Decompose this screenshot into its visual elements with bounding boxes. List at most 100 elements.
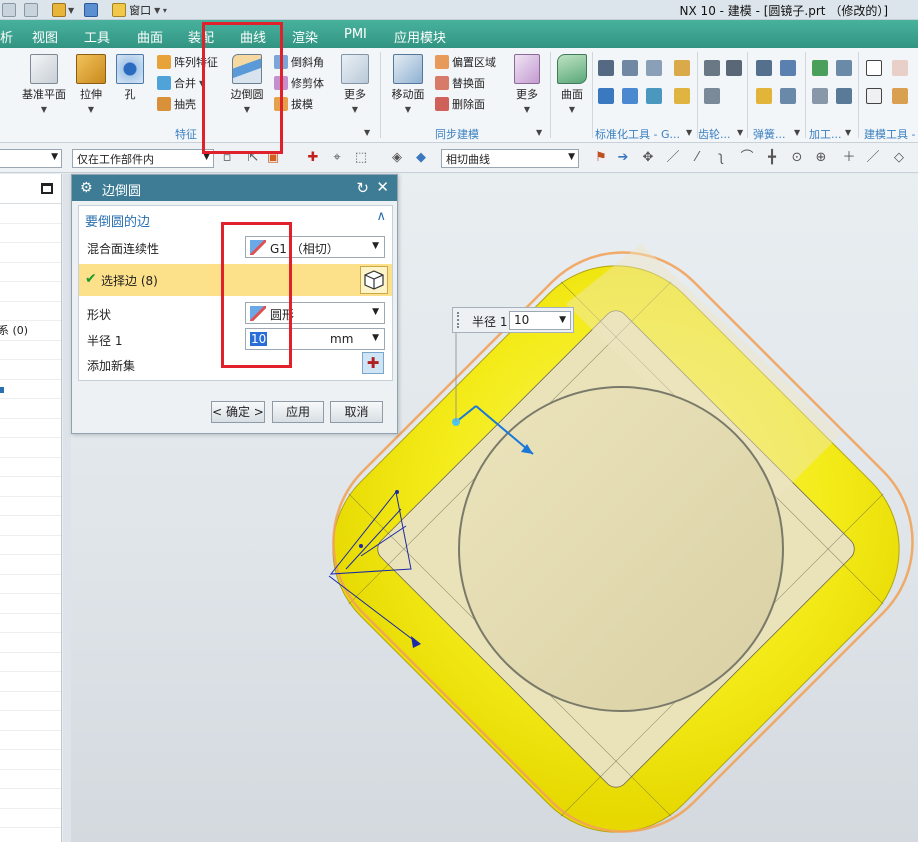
list-item[interactable]: [0, 575, 61, 594]
tool-icon[interactable]: [598, 88, 614, 104]
snap-point-icon[interactable]: ⚑: [594, 151, 608, 165]
chevron-down-icon[interactable]: ▼: [686, 128, 692, 137]
list-item[interactable]: [0, 594, 61, 614]
gear-tool-icon[interactable]: [704, 60, 720, 76]
select-icon[interactable]: ⇱: [246, 151, 260, 165]
cube-select-button[interactable]: [360, 266, 388, 294]
edge-blend-button[interactable]: 边倒圆 ▼: [224, 54, 270, 115]
chevron-down-icon[interactable]: ▼ ▾: [154, 6, 167, 15]
list-item[interactable]: [0, 711, 61, 731]
select-edge-row[interactable]: ✔ 选择边 (8): [79, 264, 392, 296]
machining-tool-icon[interactable]: [812, 60, 828, 76]
datum-plane-button[interactable]: 基准平面 ▼: [18, 54, 70, 115]
list-item[interactable]: [0, 731, 61, 750]
list-item[interactable]: [0, 672, 61, 692]
trim-body-button[interactable]: 修剪体: [274, 75, 324, 91]
line-icon[interactable]: ／: [866, 151, 880, 165]
replace-face-button[interactable]: 替换面: [435, 75, 485, 91]
tool-icon[interactable]: [646, 60, 662, 76]
chamfer-button[interactable]: 倒斜角: [274, 54, 324, 70]
gear-icon[interactable]: ⚙: [80, 180, 93, 196]
dialog-title-bar[interactable]: ⚙ 边倒圆 ↻ ✕: [72, 175, 397, 201]
list-item[interactable]: [0, 263, 61, 282]
table-icon[interactable]: [892, 60, 908, 76]
spring-tool-icon[interactable]: [780, 60, 796, 76]
tool-icon[interactable]: [598, 60, 614, 76]
floating-radius-field[interactable]: 10 ▼: [509, 311, 571, 330]
copy-icon[interactable]: [2, 3, 16, 17]
paste-icon[interactable]: [24, 3, 38, 17]
tool-icon[interactable]: [674, 88, 690, 104]
intersection-icon[interactable]: ╋: [765, 151, 779, 165]
list-item[interactable]: [0, 692, 61, 711]
menu-render[interactable]: 渲染: [292, 27, 318, 46]
arrow-right-icon[interactable]: ➔: [616, 151, 630, 165]
chevron-up-icon[interactable]: ∧: [376, 209, 386, 224]
list-item[interactable]: [0, 341, 61, 360]
continuity-dropdown[interactable]: G1 （相切） ▼: [245, 236, 385, 258]
menu-curve[interactable]: 曲线: [240, 27, 266, 46]
type-filter-dropdown[interactable]: ▼: [0, 149, 62, 168]
gear-tool-icon[interactable]: [704, 88, 720, 104]
chevron-down-icon[interactable]: ▼: [68, 6, 74, 15]
list-item[interactable]: [0, 438, 61, 458]
list-item[interactable]: [0, 770, 61, 789]
list-item[interactable]: [0, 633, 61, 653]
chevron-down-icon[interactable]: ▼: [364, 128, 370, 137]
menu-view[interactable]: 视图: [32, 27, 58, 46]
tool-icon[interactable]: [646, 88, 662, 104]
move-face-button[interactable]: 移动面 ▼: [388, 54, 428, 115]
maximize-icon[interactable]: [41, 183, 53, 194]
scope-dropdown[interactable]: 仅在工作部件内 ▼: [72, 149, 214, 168]
list-item[interactable]: [0, 555, 61, 575]
draft-button[interactable]: 拔模: [274, 96, 313, 112]
ok-button[interactable]: < 确定 >: [211, 401, 265, 423]
surface-button[interactable]: 曲面 ▼: [556, 54, 588, 115]
list-item[interactable]: [0, 419, 61, 438]
lasso-icon[interactable]: ⌖: [330, 151, 344, 165]
menu-surface[interactable]: 曲面: [137, 27, 163, 46]
more-feature-button[interactable]: 更多 ▼: [338, 54, 372, 115]
list-item[interactable]: [0, 224, 61, 243]
gear-tool-icon[interactable]: [726, 60, 742, 76]
shell-button[interactable]: 抽壳: [157, 96, 196, 112]
chevron-down-icon[interactable]: ▼: [845, 128, 851, 137]
chevron-down-icon[interactable]: ▼: [794, 128, 800, 137]
eraser-icon[interactable]: ◈: [390, 151, 404, 165]
cube-icon[interactable]: ◆: [414, 151, 428, 165]
list-item[interactable]: [0, 789, 61, 809]
menu-analysis[interactable]: 析: [0, 27, 13, 46]
machining-tool-icon[interactable]: [836, 88, 852, 104]
arc-icon[interactable]: ⌒: [740, 151, 754, 165]
rectangle-select-icon[interactable]: ⬚: [354, 151, 368, 165]
edit-icon[interactable]: [892, 88, 908, 104]
brush-icon[interactable]: [84, 3, 99, 17]
list-item[interactable]: [0, 536, 61, 555]
menu-application[interactable]: 应用模块: [394, 27, 446, 46]
cross-icon[interactable]: ＋: [842, 151, 856, 165]
face-icon[interactable]: ◇: [892, 151, 906, 165]
delete-face-button[interactable]: 删除面: [435, 96, 485, 112]
list-item[interactable]: [0, 653, 61, 672]
tool-icon[interactable]: [674, 60, 690, 76]
hole-button[interactable]: 孔: [114, 54, 146, 102]
unite-button[interactable]: 合并 ▼: [157, 75, 205, 91]
circle-center-icon[interactable]: ⊙: [790, 151, 804, 165]
shape-dropdown[interactable]: 圆形 ▼: [245, 302, 385, 324]
list-item[interactable]: 系 (0): [0, 321, 61, 341]
machining-tool-icon[interactable]: [836, 60, 852, 76]
apply-button[interactable]: 应用: [272, 401, 324, 423]
spring-tool-icon[interactable]: [780, 88, 796, 104]
point-icon[interactable]: ✚: [306, 151, 320, 165]
drag-grip-icon[interactable]: [457, 312, 460, 328]
window-icon[interactable]: [112, 3, 127, 17]
list-item[interactable]: [0, 380, 61, 399]
list-item[interactable]: [0, 809, 61, 828]
list-item[interactable]: [0, 516, 61, 536]
quadrant-icon[interactable]: ⊕: [814, 151, 828, 165]
chevron-down-icon[interactable]: ▼: [536, 128, 542, 137]
close-icon[interactable]: ✕: [376, 178, 389, 196]
reset-icon[interactable]: ↻: [356, 179, 369, 197]
list-item[interactable]: [0, 614, 61, 633]
menu-assembly[interactable]: 装配: [188, 27, 214, 46]
